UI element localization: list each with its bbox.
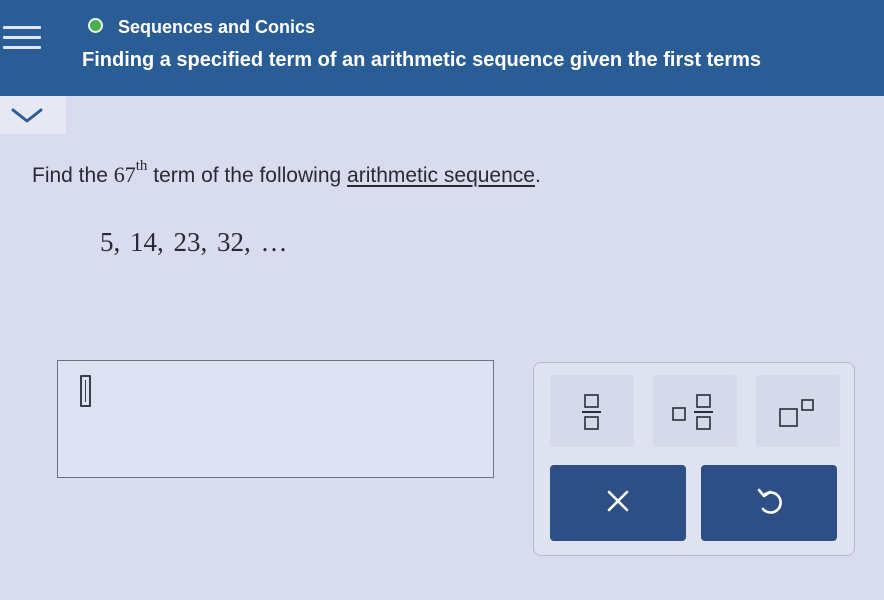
chevron-down-icon (11, 108, 43, 123)
exponent-icon (779, 399, 814, 427)
lesson-subtitle: Finding a specified term of an arithmeti… (82, 49, 762, 71)
status-dot-icon (88, 18, 103, 33)
topic-title: Sequences and Conics (118, 17, 316, 37)
mixed-number-icon (672, 394, 713, 430)
undo-icon (757, 488, 782, 514)
header-bar: Sequences and Conics Finding a specified… (0, 0, 884, 96)
clear-button[interactable] (550, 465, 686, 541)
question-text: Find the 67th term of the following arit… (32, 158, 541, 188)
term-number: 67 (113, 162, 136, 187)
math-keypad (533, 362, 855, 556)
input-cursor-icon (80, 375, 91, 407)
question-end: . (534, 164, 541, 187)
question-prefix: Find the (32, 164, 108, 187)
mixed-number-button[interactable] (653, 375, 737, 447)
answer-input[interactable] (57, 360, 494, 478)
close-x-icon (607, 490, 629, 512)
fraction-icon (582, 394, 601, 430)
term-suffix: th (135, 158, 148, 174)
menu-icon[interactable] (3, 26, 41, 52)
sequence-terms: 5, 14, 23, 32, … (100, 227, 288, 257)
undo-button[interactable] (701, 465, 837, 541)
question-middle: term of the following (153, 164, 342, 187)
collapse-toggle[interactable] (0, 96, 66, 134)
fraction-button[interactable] (550, 375, 634, 447)
exponent-button[interactable] (756, 375, 840, 447)
arithmetic-sequence-link[interactable]: arithmetic sequence (347, 164, 535, 187)
